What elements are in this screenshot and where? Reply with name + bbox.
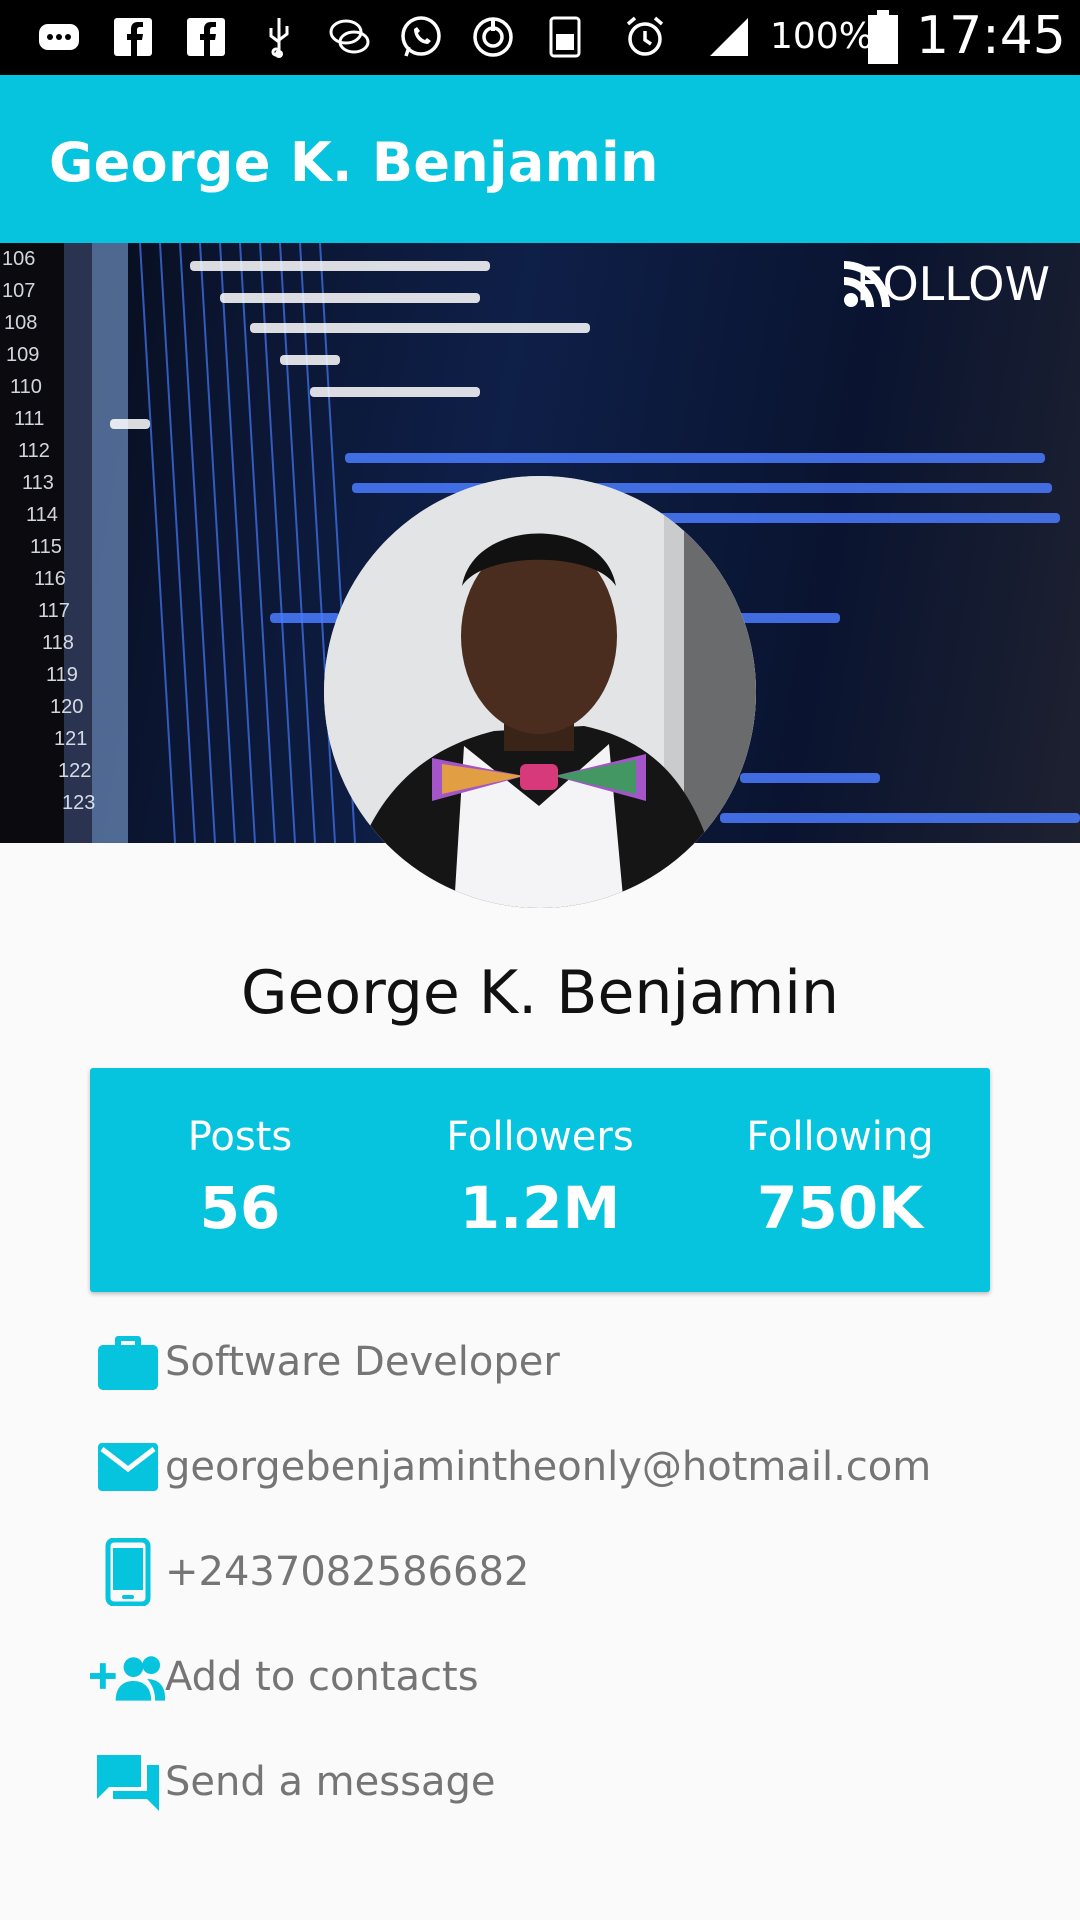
- svg-text:118: 118: [42, 632, 74, 654]
- briefcase-icon: [90, 1327, 165, 1397]
- job-row: Software Developer: [90, 1322, 990, 1402]
- add-contacts-label: Add to contacts: [165, 1654, 479, 1700]
- usb-icon: [269, 18, 289, 58]
- svg-text:122: 122: [58, 760, 91, 782]
- send-message-label: Send a message: [165, 1759, 496, 1805]
- follow-button[interactable]: FOLLOW: [842, 257, 1050, 311]
- stat-value: 1.2M: [459, 1174, 621, 1242]
- svg-text:120: 120: [50, 696, 83, 718]
- svg-text:108: 108: [4, 312, 37, 334]
- svg-text:113: 113: [22, 472, 54, 494]
- email-text: georgebenjamintheonly@hotmail.com: [165, 1444, 932, 1490]
- stat-label: Followers: [446, 1114, 634, 1160]
- svg-text:116: 116: [34, 568, 66, 590]
- app-bar: George K. Benjamin: [0, 75, 1080, 243]
- phone-row[interactable]: +2437082586682: [90, 1532, 990, 1612]
- stat-value: 56: [199, 1174, 281, 1242]
- battery-percentage: 100%: [770, 16, 873, 57]
- facebook-icon: [187, 18, 225, 56]
- svg-text:111: 111: [14, 408, 44, 430]
- stat-label: Posts: [187, 1114, 293, 1160]
- email-icon: [90, 1432, 165, 1502]
- stat-label: Following: [746, 1114, 934, 1160]
- svg-text:107: 107: [2, 280, 35, 302]
- signal-icon: [710, 18, 748, 56]
- rss-icon: [844, 261, 891, 307]
- phone-text: +2437082586682: [165, 1549, 530, 1595]
- phone-icon: [90, 1537, 165, 1607]
- stat-following[interactable]: Following 750K: [690, 1068, 990, 1292]
- sim-icon: [549, 16, 581, 58]
- status-bar: 100% 17:45: [0, 0, 1080, 75]
- stats-card: Posts 56 Followers 1.2M Following 750K: [90, 1068, 990, 1292]
- svg-text:117: 117: [38, 600, 70, 622]
- svg-text:109: 109: [6, 344, 39, 366]
- facebook-icon: [114, 18, 152, 56]
- whatsapp-icon: [401, 16, 441, 57]
- avatar[interactable]: [324, 476, 756, 908]
- stat-followers[interactable]: Followers 1.2M: [390, 1068, 690, 1292]
- job-text: Software Developer: [165, 1339, 560, 1385]
- chat-icon: [329, 19, 370, 54]
- svg-text:119: 119: [46, 664, 78, 686]
- svg-text:106: 106: [2, 248, 35, 270]
- profile-photo: [324, 476, 756, 908]
- alarm-icon: [626, 16, 664, 56]
- send-message-row[interactable]: Send a message: [90, 1742, 990, 1822]
- svg-text:110: 110: [10, 376, 42, 398]
- profile-name: George K. Benjamin: [241, 958, 839, 1028]
- clock: 17:45: [916, 6, 1066, 66]
- battery-icon: [868, 10, 898, 64]
- add-contacts-row[interactable]: Add to contacts: [90, 1637, 990, 1717]
- add-contact-icon: [90, 1642, 165, 1712]
- svg-text:112: 112: [18, 440, 50, 462]
- svg-text:121: 121: [54, 728, 87, 750]
- svg-text:114: 114: [26, 504, 58, 526]
- forum-icon: [90, 1747, 165, 1817]
- message-icon: [39, 24, 79, 50]
- svg-text:123: 123: [62, 792, 95, 814]
- stat-value: 750K: [756, 1174, 923, 1242]
- svg-text:115: 115: [30, 536, 62, 558]
- app-bar-title: George K. Benjamin: [49, 131, 659, 194]
- sync-icon: [473, 17, 513, 57]
- stat-posts[interactable]: Posts 56: [90, 1068, 390, 1292]
- email-row[interactable]: georgebenjamintheonly@hotmail.com: [90, 1427, 990, 1507]
